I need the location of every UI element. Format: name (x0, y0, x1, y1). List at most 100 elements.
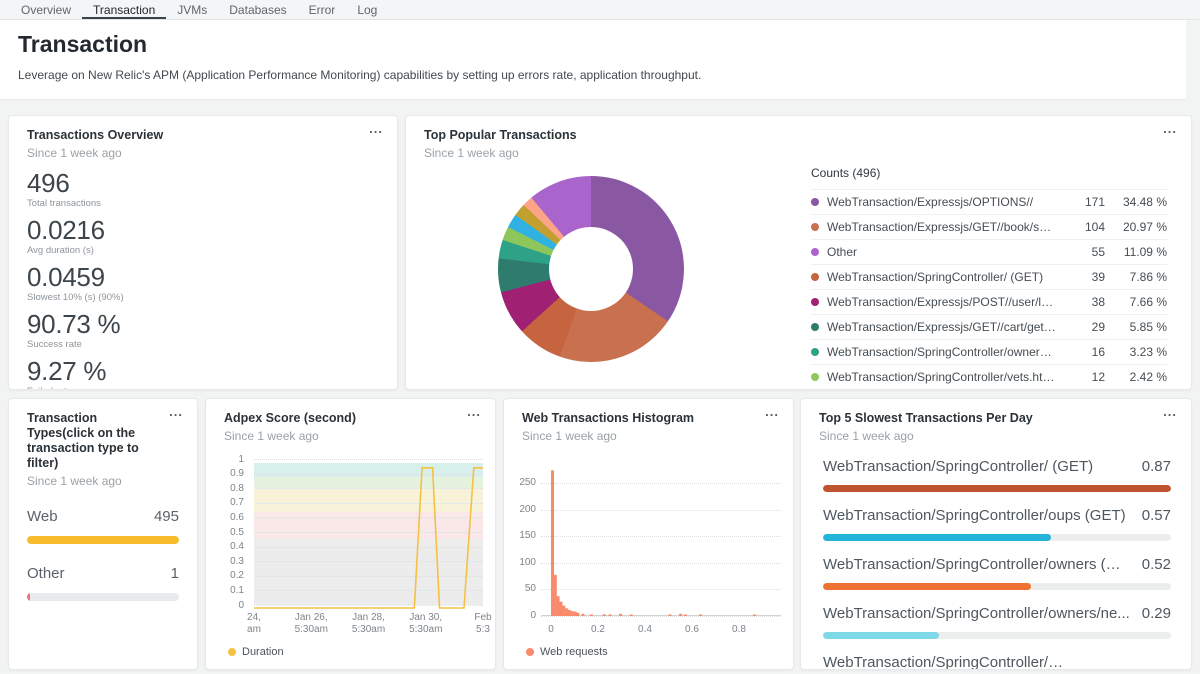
stat-total-transactions: 496Total transactions (27, 170, 397, 209)
web-requests-series-dot (526, 648, 534, 656)
duration-bar-fill (823, 485, 1171, 492)
legend-row-percent: 20.97 % (1105, 220, 1167, 234)
legend-row-percent: 34.48 % (1105, 195, 1167, 209)
tab-databases[interactable]: Databases (218, 0, 297, 19)
series-color-dot (811, 348, 819, 356)
panel-header: Adpex Score (second) Since 1 week ago ..… (206, 399, 495, 443)
x-axis-tick-label: Jan 26,5:30am (285, 612, 337, 635)
tab-log[interactable]: Log (346, 0, 388, 19)
transaction-duration: 0.29 (1142, 604, 1171, 624)
slow-transaction-row[interactable]: WebTransaction/SpringController/… (823, 653, 1171, 670)
legend-row-count: 16 (1065, 345, 1105, 359)
legend-row[interactable]: WebTransaction/Expressjs/POST//user/logi… (811, 289, 1167, 314)
series-color-dot (811, 323, 819, 331)
slow-transaction-row[interactable]: WebTransaction/SpringController/ (GET)0.… (823, 457, 1171, 492)
legend-row[interactable]: WebTransaction/Expressjs/GET//cart/getSi… (811, 314, 1167, 339)
x-axis-tick-label: 0.8 (724, 624, 754, 636)
histogram-legend-item[interactable]: Web requests (526, 646, 608, 658)
legend-row[interactable]: Other5511.09 % (811, 239, 1167, 264)
histogram-bars (541, 459, 781, 616)
y-axis-tick-label: 0.3 (214, 556, 244, 567)
type-label: Web (27, 508, 58, 525)
x-tick-line: 5:30am (285, 624, 337, 636)
stat-slowest-10-s-90-: 0.0459Slowest 10% (s) (90%) (27, 264, 397, 303)
y-axis-tick-label: 0.4 (214, 541, 244, 552)
panel-title: Transactions Overview (27, 128, 363, 143)
y-axis-tick-label: 0 (214, 600, 244, 611)
x-tick-line: Jan 28, (343, 612, 395, 624)
panel-title: Web Transactions Histogram (522, 411, 759, 426)
legend-label: Duration (242, 646, 284, 658)
duration-line-svg (254, 459, 483, 611)
y-axis-tick-label: 0 (506, 610, 536, 621)
adpex-legend-item[interactable]: Duration (228, 646, 284, 658)
type-row-other[interactable]: Other1 (27, 565, 179, 601)
stat-value: 0.0216 (27, 217, 397, 244)
donut-legend: Counts (496) WebTransaction/Expressjs/OP… (811, 166, 1167, 389)
panel-header: Web Transactions Histogram Since 1 week … (504, 399, 793, 443)
legend-row-percent: 2.42 % (1105, 370, 1167, 384)
duration-series-dot (228, 648, 236, 656)
duration-bar-fill (823, 534, 1051, 541)
panel-menu-icon[interactable]: ... (1163, 405, 1177, 419)
panel-adpex-score: Adpex Score (second) Since 1 week ago ..… (205, 398, 496, 670)
tab-overview[interactable]: Overview (10, 0, 82, 19)
series-color-dot (811, 223, 819, 231)
stat-avg-duration-s-: 0.0216Avg duration (s) (27, 217, 397, 256)
type-row-web[interactable]: Web495 (27, 508, 179, 544)
panel-menu-icon[interactable]: ... (467, 405, 481, 419)
x-tick-line: Feb (457, 612, 496, 624)
y-axis-tick-label: 50 (506, 583, 536, 594)
panel-timerange: Since 1 week ago (424, 146, 1157, 160)
legend-row[interactable]: WebTransaction/SpringController/owners/f… (811, 339, 1167, 364)
x-tick-line: Jan 30, (400, 612, 452, 624)
page-title: Transaction (0, 20, 1186, 58)
legend-row[interactable]: WebTransaction/SpringController/ (GET)39… (811, 264, 1167, 289)
tab-transaction[interactable]: Transaction (82, 0, 166, 19)
legend-row-label: Other (827, 245, 1065, 259)
type-row-header: Other1 (27, 565, 179, 582)
panel-header: Top Popular Transactions Since 1 week ag… (406, 116, 1191, 160)
panel-menu-icon[interactable]: ... (369, 122, 383, 136)
slow-transaction-row[interactable]: WebTransaction/SpringController/oups (GE… (823, 506, 1171, 541)
legend-row[interactable]: WebTransaction/SpringController/vets.htm… (811, 364, 1167, 389)
histogram-chart[interactable] (541, 459, 781, 616)
duration-bar-track (823, 632, 1171, 639)
type-bar-track (27, 593, 179, 601)
legend-row[interactable]: WebTransaction/Expressjs/OPTIONS//17134.… (811, 189, 1167, 214)
y-axis-tick-label: 1 (214, 454, 244, 465)
y-axis-tick-label: 0.9 (214, 468, 244, 479)
tab-jvms[interactable]: JVMs (166, 0, 218, 19)
duration-bar-fill (823, 632, 939, 639)
transaction-name: WebTransaction/SpringController/ (GET) (823, 457, 1103, 477)
panel-title: Top 5 Slowest Transactions Per Day (819, 411, 1157, 426)
x-tick-line: am (228, 624, 280, 636)
tab-error[interactable]: Error (298, 0, 347, 19)
x-tick-line: 5:3 (457, 624, 496, 636)
legend-row-count: 171 (1065, 195, 1105, 209)
slow-transaction-row[interactable]: WebTransaction/SpringController/owners (… (823, 555, 1171, 590)
panel-menu-icon[interactable]: ... (169, 405, 183, 419)
panel-timerange: Since 1 week ago (224, 429, 461, 443)
x-axis-tick-label: 0.6 (677, 624, 707, 636)
transaction-duration: 0.57 (1142, 506, 1171, 526)
donut-chart[interactable] (498, 176, 684, 362)
panel-transaction-types: Transaction Types(click on the transacti… (8, 398, 198, 670)
legend-row[interactable]: WebTransaction/Expressjs/GET//book/searc… (811, 214, 1167, 239)
legend-row-label: WebTransaction/Expressjs/OPTIONS// (827, 195, 1065, 209)
top-nav: OverviewTransactionJVMsDatabasesErrorLog (0, 0, 1200, 20)
y-axis-tick-label: 100 (506, 557, 536, 568)
type-count: 1 (171, 565, 179, 582)
panel-top5-slowest: Top 5 Slowest Transactions Per Day Since… (800, 398, 1192, 670)
adpex-line-chart[interactable] (254, 459, 483, 605)
legend-row-label: WebTransaction/SpringController/owners/f… (827, 345, 1065, 359)
slow-transaction-row[interactable]: WebTransaction/SpringController/owners/n… (823, 604, 1171, 639)
legend-row-percent: 7.66 % (1105, 295, 1167, 309)
series-color-dot (811, 273, 819, 281)
panel-title: Top Popular Transactions (424, 128, 1157, 143)
panel-header: Transaction Types(click on the transacti… (9, 399, 197, 488)
type-bar-fill (27, 593, 30, 601)
panel-timerange: Since 1 week ago (819, 429, 1157, 443)
panel-menu-icon[interactable]: ... (765, 405, 779, 419)
panel-menu-icon[interactable]: ... (1163, 122, 1177, 136)
